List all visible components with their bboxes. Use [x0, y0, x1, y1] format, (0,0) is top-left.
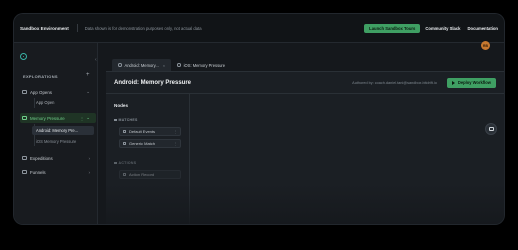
node-label: Generic Match — [129, 141, 156, 146]
workflow-tabs: Android: Memory... × iOS: Memory Pressur… — [112, 57, 231, 71]
launch-tours-button[interactable]: Launch Sandbox Tours — [364, 23, 421, 33]
sidebar: ‹ EXPLORATIONS + App Opens ⌄ App Open Me… — [14, 43, 98, 224]
tab-label: iOS: Memory Pressure — [183, 62, 226, 68]
actions-group-label: ACTIONS — [114, 161, 136, 165]
deploy-workflow-button[interactable]: Deploy Workflow — [446, 77, 496, 88]
chat-icon — [488, 127, 494, 131]
group-label-text: ACTIONS — [118, 161, 137, 165]
more-options-icon[interactable]: ⋮ — [80, 116, 84, 121]
node-action-record[interactable]: Action Record — [119, 170, 181, 179]
app-window: Sandbox Environment Data shown is for de… — [14, 14, 504, 224]
node-default-events[interactable]: Default Events ⋮ — [119, 127, 181, 136]
folder-icon — [22, 156, 27, 160]
workflow-panel: Android: Memory Pressure Authored by: co… — [106, 71, 504, 224]
folder-icon — [22, 90, 27, 94]
sidebar-item-memory-pressure[interactable]: Memory Pressure ⋮ ⌄ — [20, 113, 96, 123]
chevron-right-icon: › — [88, 169, 91, 175]
page-title: Android: Memory Pressure — [114, 79, 192, 86]
top-bar: Sandbox Environment Data shown is for de… — [14, 14, 504, 43]
close-tab-icon[interactable]: × — [163, 63, 165, 68]
node-icon — [123, 130, 126, 133]
collapse-sidebar-icon[interactable]: ‹ — [95, 57, 97, 63]
node-icon — [123, 142, 126, 145]
match-icon — [114, 118, 117, 121]
group-label-text: MATCHES — [118, 118, 138, 122]
folder-icon — [22, 170, 27, 174]
sidebar-item-expeditions[interactable]: Expeditions › — [20, 153, 96, 163]
author-info: Authored by: coach.daniel.tani@sandbox.b… — [352, 80, 437, 85]
workflow-icon — [177, 63, 181, 67]
sidebar-item-label: Expeditions — [30, 155, 53, 161]
nodes-palette: Nodes MATCHES Default Events ⋮ Generic M… — [106, 94, 190, 224]
chevron-right-icon: › — [88, 155, 91, 161]
sidebar-subitem-app-open[interactable]: App Open — [32, 98, 94, 107]
panel-header: Android: Memory Pressure Authored by: co… — [106, 72, 504, 94]
chat-support-button[interactable] — [485, 123, 497, 135]
nodes-title: Nodes — [114, 103, 129, 108]
divider — [76, 24, 78, 32]
sandbox-notice: Data shown is for demonstration purposes… — [84, 25, 202, 31]
documentation-link[interactable]: Documentation — [468, 26, 498, 31]
deploy-label: Deploy Workflow — [457, 80, 491, 85]
community-slack-link[interactable]: Community Slack — [425, 26, 460, 31]
tab-label: Android: Memory... — [124, 62, 159, 68]
sidebar-subitem-label: App Open — [36, 100, 55, 105]
sidebar-item-label: Funnels — [30, 169, 46, 175]
explorations-section-label: EXPLORATIONS — [23, 74, 58, 79]
sidebar-subitem-ios-memory[interactable]: iOS Memory Pressure — [32, 137, 94, 146]
node-label: Default Events — [129, 129, 156, 134]
node-label: Action Record — [129, 172, 155, 177]
tab-android-memory[interactable]: Android: Memory... × — [112, 59, 172, 71]
tab-ios-memory[interactable]: iOS: Memory Pressure — [171, 59, 231, 71]
node-generic-match[interactable]: Generic Match ⋮ — [119, 139, 181, 148]
add-exploration-icon[interactable]: + — [86, 72, 90, 78]
avatar[interactable]: RB — [481, 41, 490, 50]
stage: Sandbox Environment Data shown is for de… — [0, 0, 518, 250]
chevron-down-icon: ⌄ — [86, 115, 90, 120]
sidebar-item-funnels[interactable]: Funnels › — [20, 167, 96, 177]
action-icon — [114, 161, 117, 164]
sidebar-item-label: Memory Pressure — [30, 115, 65, 121]
folder-icon — [22, 116, 27, 120]
sidebar-subitem-label: Android: Memory Pre... — [36, 128, 79, 133]
chevron-down-icon: ⌄ — [86, 89, 90, 94]
workflow-icon — [118, 63, 122, 67]
sidebar-item-label: App Opens — [30, 89, 52, 95]
drag-handle-icon[interactable]: ⋮ — [174, 142, 178, 146]
environment-title: Sandbox Environment — [20, 25, 69, 31]
node-icon — [123, 173, 126, 176]
sidebar-item-app-opens[interactable]: App Opens ⌄ — [20, 87, 96, 97]
play-icon — [451, 80, 455, 85]
sidebar-subitem-android-memory[interactable]: Android: Memory Pre... — [32, 126, 94, 135]
matches-group-label: MATCHES — [114, 118, 138, 122]
drag-handle-icon[interactable]: ⋮ — [174, 130, 178, 134]
sidebar-subitem-label: iOS Memory Pressure — [36, 139, 77, 144]
logo-icon[interactable] — [20, 53, 27, 60]
